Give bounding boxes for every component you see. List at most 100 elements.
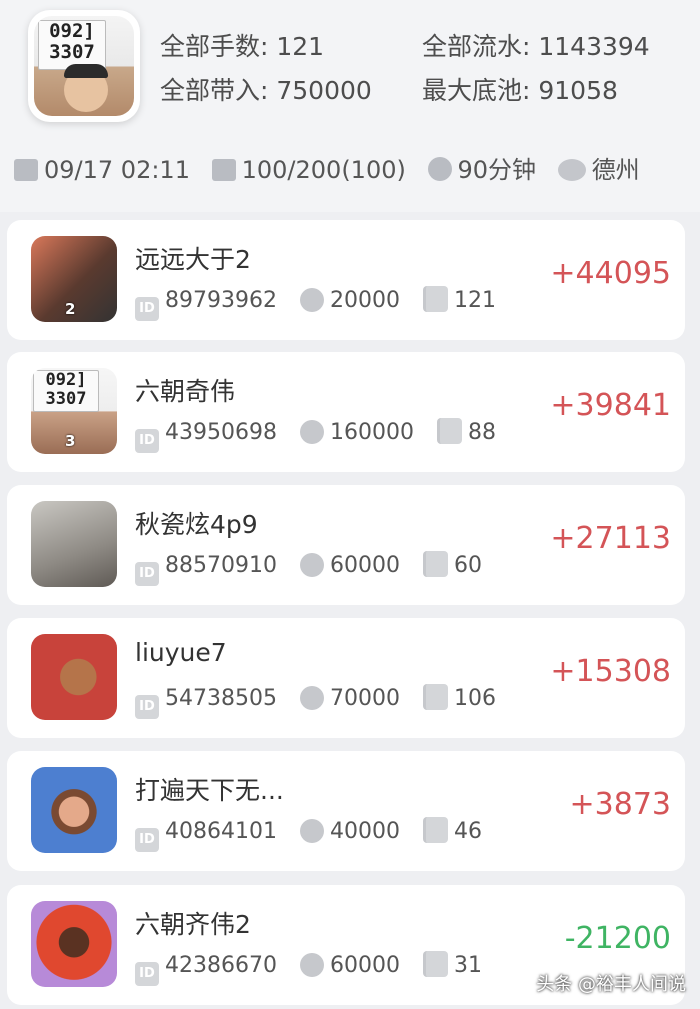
meta-blinds: 100/200(100) [211,152,406,188]
avatar-sign: 092] 3307 [33,370,99,412]
player-name: 六朝奇伟 [135,377,236,406]
hand-cards-icon [436,418,462,444]
player-name: 远远大于2 [135,245,251,274]
player-stats: ID 54738505 70000 106 [135,684,512,719]
player-avatar[interactable] [31,501,117,587]
host-avatar[interactable]: 092] 3307 [28,10,140,122]
player-score: -21200 [564,921,671,956]
player-stats: ID 42386670 60000 31 [135,951,498,986]
session-header: 092] 3307 全部手数: 121 全部带入: 750000 全部流水: 1… [0,0,700,212]
meta-game-type: 德州 [557,152,640,188]
player-score: +44095 [550,256,671,291]
id-icon: ID [135,828,159,852]
player-buyin-value: 160000 [329,420,414,445]
player-card[interactable]: liuyue7 ID 54738505 70000 106 +15308 [7,618,685,738]
player-hands: 88 [436,418,496,448]
id-icon: ID [135,962,159,986]
summary-right: 全部流水: 1143394 最大底池: 91058 [422,28,650,116]
player-name: 秋瓷炫4p9 [135,510,258,539]
player-id-value: 40864101 [165,819,277,844]
game-type-icon [557,159,586,181]
player-score: +39841 [550,388,671,423]
clock-icon [427,157,452,181]
sign-line: 3307 [49,41,95,63]
player-name: 六朝齐伟2 [135,910,251,939]
blinds-text: 100/200(100) [241,156,406,184]
player-id: ID 54738505 [135,684,277,719]
player-buyin-value: 60000 [329,953,400,978]
player-hands: 121 [422,286,496,316]
datetime-text: 09/17 02:11 [44,156,190,184]
sign-line: 092] [49,20,95,42]
hand-cards-icon [422,817,448,843]
avatar-hair [64,64,108,78]
player-hands: 46 [422,817,482,847]
player-score: +15308 [550,654,671,689]
chip-icon [299,686,324,710]
player-id: ID 89793962 [135,286,277,321]
player-id: ID 42386670 [135,951,277,986]
player-hands: 106 [422,684,496,714]
player-card[interactable]: 秋瓷炫4p9 ID 88570910 60000 60 +27113 [7,485,685,605]
player-avatar[interactable] [31,767,117,853]
player-buyin-value: 60000 [329,553,400,578]
total-flow: 全部流水: 1143394 [422,32,650,61]
id-icon: ID [135,695,159,719]
duration-text: 90分钟 [457,156,537,184]
total-hands: 全部手数: 121 [160,32,325,61]
max-pot: 最大底池: 91058 [422,76,618,105]
player-avatar[interactable]: 2 [31,236,117,322]
id-icon: ID [135,429,159,453]
summary-left: 全部手数: 121 全部带入: 750000 [160,28,372,116]
player-stats: ID 43950698 160000 88 [135,418,512,453]
hand-cards-icon [422,951,448,977]
player-name: 打遍天下无... [135,776,284,805]
id-icon: ID [135,562,159,586]
player-score: +27113 [550,521,671,556]
hand-cards-icon [422,286,448,312]
player-hands-value: 46 [453,819,482,844]
hand-cards-icon [422,551,448,577]
total-buyin: 全部带入: 750000 [160,76,372,105]
player-hands: 31 [422,951,482,981]
player-stats: ID 89793962 20000 121 [135,286,512,321]
session-meta: 09/17 02:11 100/200(100) 90分钟 德州 [14,152,654,188]
player-buyin: 70000 [299,684,400,714]
calendar-icon [14,159,38,181]
rank-badge: 2 [65,300,76,318]
watermark: 头条 @裕丰人间说 [536,974,686,995]
player-buyin: 60000 [299,551,400,581]
chip-icon [299,420,324,444]
chip-icon [299,553,324,577]
avatar-sign: 092] 3307 [38,20,106,70]
chip-icon [299,953,324,977]
player-score: +3873 [569,787,671,822]
id-icon: ID [135,297,159,321]
player-avatar[interactable] [31,901,117,987]
player-name: liuyue7 [135,638,227,667]
player-stats: ID 40864101 40000 46 [135,817,498,852]
host-avatar-photo: 092] 3307 [34,16,134,116]
player-buyin-value: 20000 [329,288,400,313]
player-buyin: 160000 [299,418,414,448]
player-buyin-value: 40000 [329,819,400,844]
player-hands-value: 31 [453,953,482,978]
hand-cards-icon [422,684,448,710]
game-type-text: 德州 [591,156,640,184]
player-card[interactable]: 092] 3307 3 六朝奇伟 ID 43950698 160000 88 +3… [7,352,685,472]
player-id-value: 54738505 [165,686,277,711]
rank-badge: 3 [65,432,76,450]
player-avatar[interactable] [31,634,117,720]
player-card[interactable]: 打遍天下无... ID 40864101 40000 46 +3873 [7,751,685,871]
player-card[interactable]: 2 远远大于2 ID 89793962 20000 121 +44095 [7,220,685,340]
player-buyin: 40000 [299,817,400,847]
player-avatar[interactable]: 092] 3307 3 [31,368,117,454]
player-hands-value: 121 [453,288,496,313]
player-hands-value: 60 [453,553,482,578]
player-hands-value: 88 [467,420,496,445]
player-hands: 60 [422,551,482,581]
player-buyin: 20000 [299,286,400,316]
chip-icon [299,819,324,843]
player-id-value: 42386670 [165,953,277,978]
player-id-value: 88570910 [165,553,277,578]
